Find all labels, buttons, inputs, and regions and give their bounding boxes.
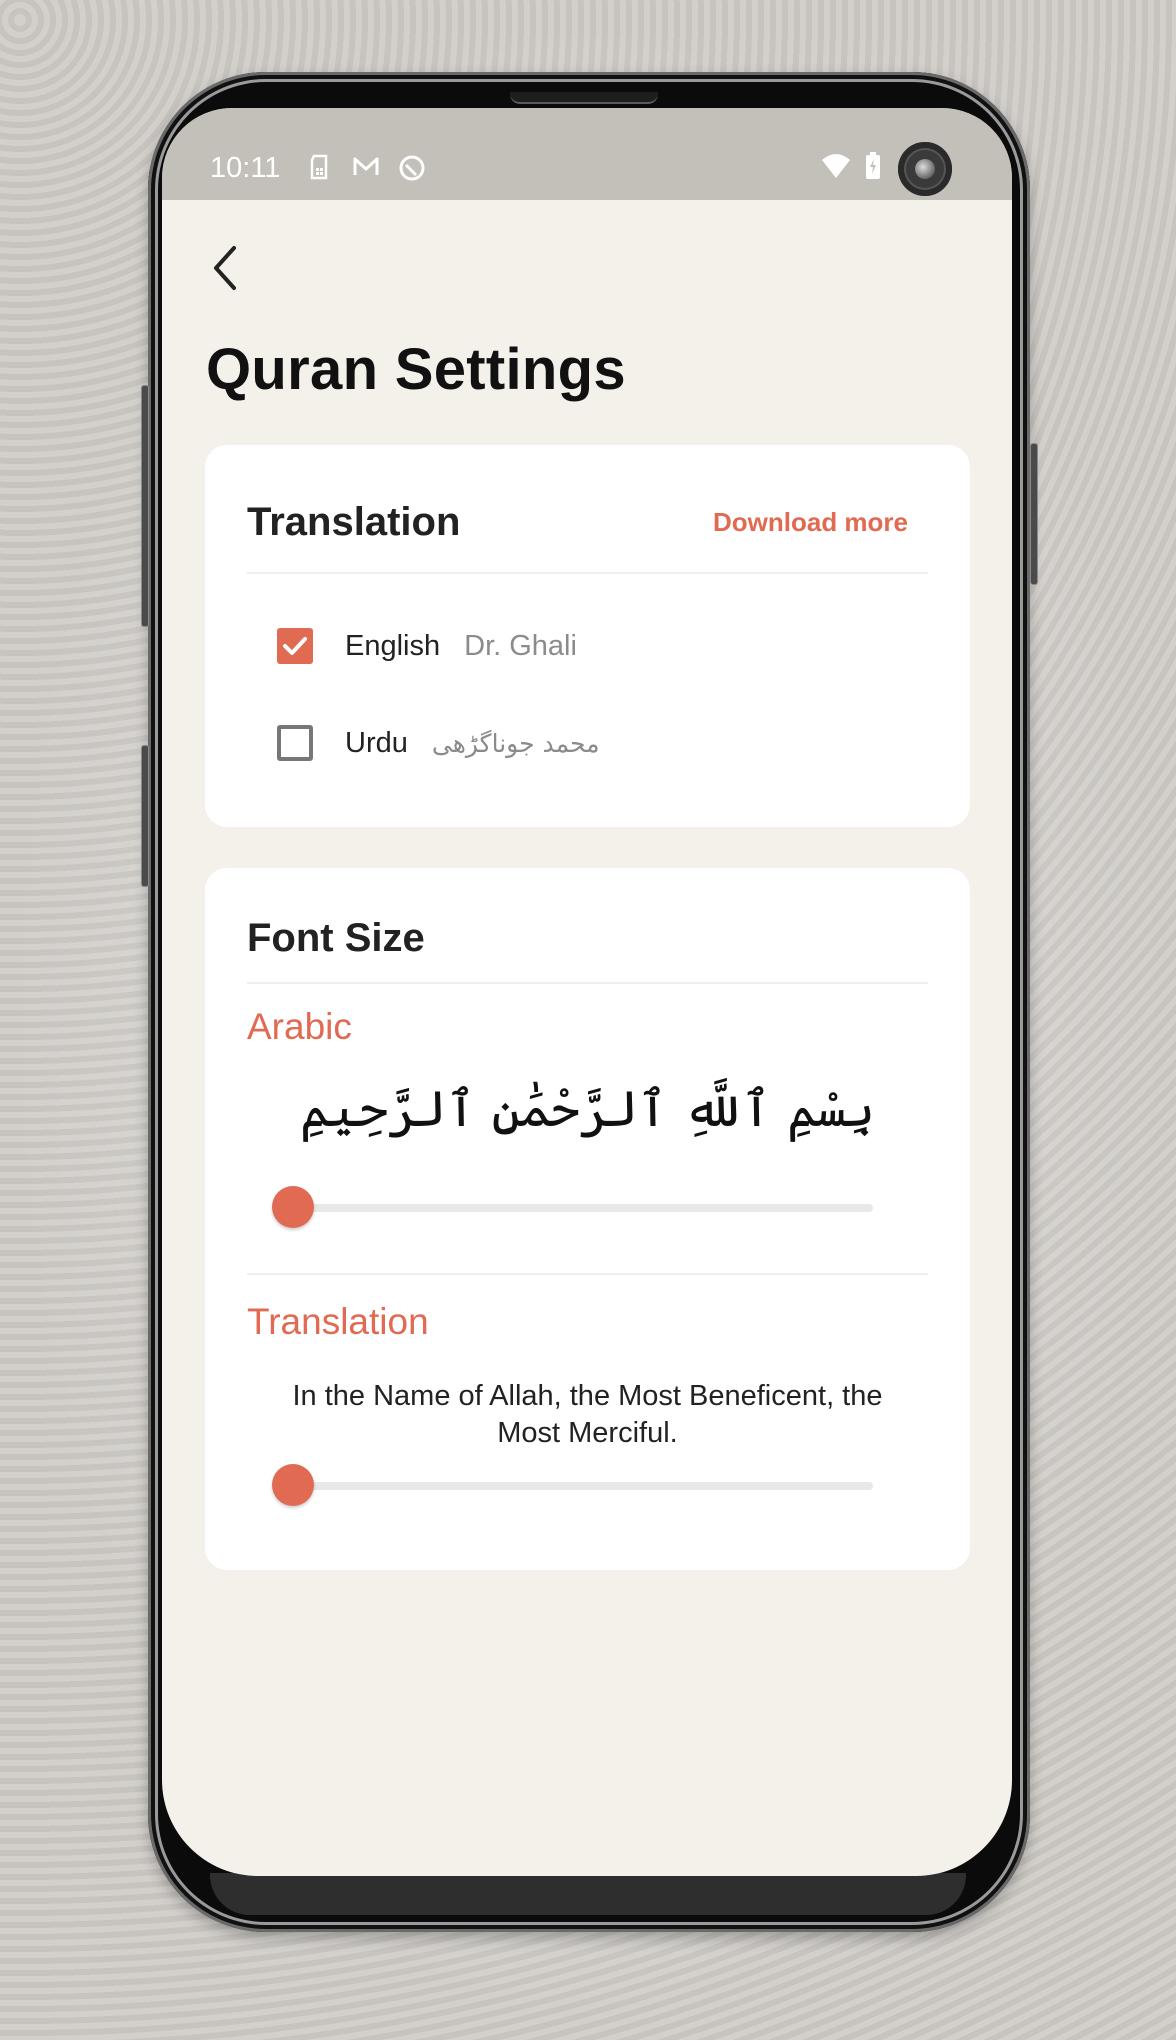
slider-track (293, 1482, 873, 1490)
quran-app-icon (398, 154, 425, 181)
translation-card: Translation Download more English Dr. Gh… (205, 445, 970, 827)
divider (247, 1273, 928, 1275)
divider (247, 572, 928, 574)
gmail-icon (352, 154, 379, 180)
arabic-sample-text: بِسْمِ ٱللَّهِ ٱلرَّحْمَٰنِ ٱلرَّحِيمِ (299, 1080, 876, 1138)
phone-volume-down-button (141, 745, 149, 887)
chevron-left-icon (214, 246, 236, 290)
font-size-card: Font Size Arabic بِسْمِ ٱللَّهِ ٱلرَّحْم… (205, 868, 970, 1570)
language-name: Urdu (345, 726, 408, 759)
sim-card-icon (308, 154, 334, 180)
phone-volume-up-button (141, 385, 149, 627)
translation-label: Translation (247, 1301, 429, 1342)
language-author: Dr. Ghali (464, 629, 577, 662)
back-button[interactable] (204, 240, 244, 296)
battery-charging-icon (864, 152, 890, 179)
page-title: Quran Settings (206, 337, 626, 402)
arabic-font-size-slider[interactable] (272, 1186, 873, 1230)
front-camera (898, 142, 952, 196)
english-checkbox[interactable] (277, 628, 313, 664)
status-bar: 10:11 (162, 108, 1012, 200)
urdu-checkbox[interactable] (277, 725, 313, 761)
divider (247, 982, 928, 984)
language-row-urdu[interactable]: Urdu محمد جوناگڑھی (277, 719, 600, 767)
slider-thumb[interactable] (272, 1464, 314, 1506)
translation-font-size-slider[interactable] (272, 1464, 873, 1508)
wifi-icon (820, 152, 850, 178)
translation-sample-text: In the Name of Allah, the Most Beneficen… (292, 1380, 883, 1449)
arabic-label: Arabic (247, 1006, 352, 1047)
phone-speaker (510, 92, 658, 104)
status-time: 10:11 (210, 152, 281, 184)
checkmark-icon (283, 637, 307, 655)
font-size-card-title: Font Size (247, 916, 425, 960)
phone-power-button (1030, 443, 1038, 585)
app-screen: 10:11 Quran Settings Translation Downloa… (162, 108, 1012, 1876)
slider-track (293, 1204, 873, 1212)
translation-card-title: Translation (247, 500, 461, 544)
slider-thumb[interactable] (272, 1186, 314, 1228)
language-row-english[interactable]: English Dr. Ghali (277, 622, 577, 670)
language-author: محمد جوناگڑھی (431, 728, 600, 758)
phone-bottom-bezel (210, 1873, 966, 1915)
language-name: English (345, 629, 441, 662)
download-more-link[interactable]: Download more (713, 507, 908, 538)
